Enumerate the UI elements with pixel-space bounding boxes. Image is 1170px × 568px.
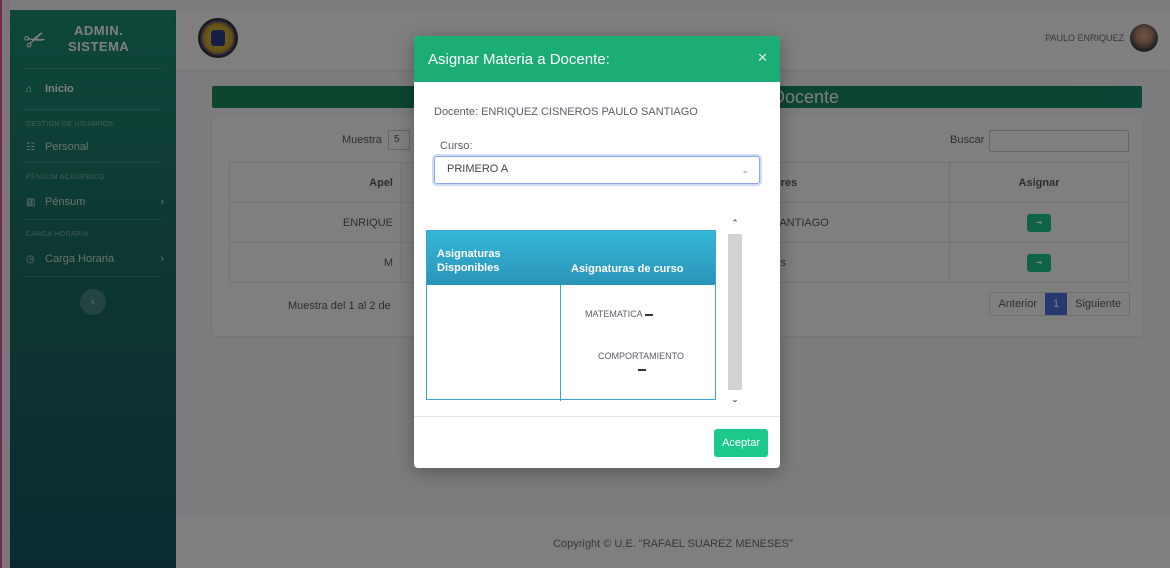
accept-button[interactable]: Aceptar (714, 429, 768, 457)
subjects-table-body: MATEMATICA COMPORTAMIENTO (427, 285, 715, 401)
modal-footer: Aceptar (414, 416, 780, 468)
subject-label: COMPORTAMIENTO (597, 351, 684, 361)
subject-item-matematica[interactable]: MATEMATICA (585, 309, 653, 319)
available-header-line-2: Disponibles (437, 262, 500, 274)
available-subjects-dropzone[interactable] (427, 285, 561, 401)
subjects-table-header: Asignaturas Disponibles Asignaturas de c… (427, 231, 715, 285)
minus-icon[interactable] (644, 313, 653, 316)
modal-title: Asignar Materia a Docente: (428, 50, 610, 68)
docente-label: Docente: ENRIQUEZ CISNEROS PAULO SANTIAG… (434, 106, 698, 118)
assign-subject-modal: Asignar Materia a Docente: ✕ Docente: EN… (414, 36, 780, 468)
chevron-down-icon[interactable]: ⌄ (728, 394, 742, 405)
subjects-table: Asignaturas Disponibles Asignaturas de c… (426, 230, 716, 401)
available-header-line-1: Asignaturas (437, 248, 501, 260)
modal-header: Asignar Materia a Docente: ✕ (414, 36, 780, 82)
minus-icon[interactable] (638, 368, 646, 371)
curso-selected-value: PRIMERO A (447, 163, 509, 175)
course-subjects-dropzone[interactable]: MATEMATICA COMPORTAMIENTO (561, 285, 715, 401)
subject-label: MATEMATICA (585, 309, 643, 319)
chevron-down-icon: ⌄ (741, 165, 749, 175)
subject-item-comportamiento[interactable]: COMPORTAMIENTO (591, 351, 691, 371)
available-subjects-header: Asignaturas Disponibles (427, 231, 561, 285)
chevron-up-icon[interactable]: ⌃ (728, 218, 742, 229)
curso-select[interactable]: PRIMERO A ⌄ (434, 156, 760, 184)
scrollbar[interactable]: ⌃ ⌄ (728, 216, 742, 408)
course-subjects-header: Asignaturas de curso (571, 263, 684, 275)
curso-label: Curso: (440, 140, 473, 152)
close-icon[interactable]: ✕ (757, 50, 768, 66)
scrollbar-thumb[interactable] (728, 234, 742, 390)
